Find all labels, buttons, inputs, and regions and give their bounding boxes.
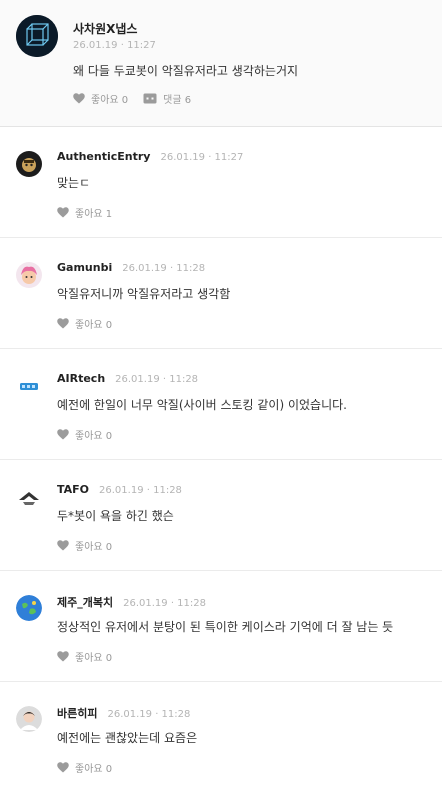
- heart-icon: [57, 207, 69, 218]
- comment-like-label: 좋아요 0: [75, 320, 113, 331]
- heart-icon: [57, 318, 69, 329]
- comment-timestamp: 26.01.19 · 11:28: [123, 598, 206, 609]
- heart-icon: [57, 429, 69, 440]
- heart-icon: [57, 540, 69, 551]
- comment-like-button[interactable]: 좋아요 1: [57, 205, 112, 220]
- post-timestamp: 26.01.19 · 11:27: [73, 40, 156, 51]
- post-author-name[interactable]: 사차원X냅스: [73, 20, 137, 37]
- comment-timestamp: 26.01.19 · 11:28: [115, 374, 199, 385]
- comment-text: 악질유저니까 악질유저라고 생각함: [57, 287, 231, 301]
- post-text: 왜 다들 두쿄봇이 악질유저라고 생각하는거지: [73, 64, 299, 78]
- comment-author[interactable]: TAFO: [57, 483, 89, 496]
- comment-header: Gamunbi 26.01.19 · 11:28: [57, 261, 205, 274]
- comment-like-button[interactable]: 좋아요 0: [57, 316, 112, 331]
- comment-icon: [143, 93, 157, 104]
- comment-author[interactable]: AuthenticEntry: [57, 150, 150, 163]
- comment-avatar[interactable]: [16, 484, 42, 510]
- comment-item: 바른히피 26.01.19 · 11:28 예전에는 괜찮았는데 요즘은 좋아요…: [0, 682, 442, 792]
- comment-avatar[interactable]: [16, 706, 42, 732]
- comment-item: 제주_개복치 26.01.19 · 11:28 정상적인 유저에서 분탕이 된 …: [0, 571, 442, 682]
- comment-author[interactable]: 바른히피: [57, 705, 97, 721]
- comment-item: Gamunbi 26.01.19 · 11:28 악질유저니까 악질유저라고 생…: [0, 238, 442, 349]
- comment-author[interactable]: AIRtech: [57, 372, 105, 385]
- comment-avatar[interactable]: [16, 262, 42, 288]
- comment-like-label: 좋아요 0: [75, 764, 113, 775]
- comment-text: 맞는ㄷ: [57, 176, 91, 190]
- post-author-avatar[interactable]: [16, 15, 58, 57]
- comment-timestamp: 26.01.19 · 11:28: [122, 263, 206, 274]
- post-comment-label: 댓글 6: [163, 95, 192, 106]
- comment-text: 예전에 한일이 너무 악질(사이버 스토킹 같이) 이었습니다.: [57, 398, 347, 412]
- comment-like-button[interactable]: 좋아요 0: [57, 427, 112, 442]
- heart-icon: [57, 651, 69, 662]
- comment-text: 두*봇이 욕을 하긴 했슨: [57, 509, 174, 523]
- comment-timestamp: 26.01.19 · 11:28: [107, 709, 191, 720]
- comment-author[interactable]: Gamunbi: [57, 261, 112, 274]
- comment-like-label: 좋아요 1: [75, 209, 113, 220]
- comment-avatar[interactable]: [16, 151, 42, 177]
- post: 사차원X냅스 26.01.19 · 11:27 왜 다들 두쿄봇이 악질유저라고…: [0, 0, 442, 127]
- comment-timestamp: 26.01.19 · 11:27: [160, 152, 244, 163]
- comment-header: 제주_개복치 26.01.19 · 11:28: [57, 594, 206, 610]
- post-comment-button[interactable]: 댓글 6: [143, 91, 191, 106]
- post-like-button[interactable]: 좋아요 0: [73, 91, 128, 106]
- comment-avatar[interactable]: [16, 595, 42, 621]
- comment-like-label: 좋아요 0: [75, 431, 113, 442]
- comment-header: TAFO 26.01.19 · 11:28: [57, 483, 182, 496]
- comment-like-label: 좋아요 0: [75, 653, 113, 664]
- comment-like-button[interactable]: 좋아요 0: [57, 538, 112, 553]
- post-actions: 좋아요 0 댓글 6: [73, 91, 191, 106]
- comment-text: 예전에는 괜찮았는데 요즘은: [57, 731, 198, 745]
- comment-header: AIRtech 26.01.19 · 11:28: [57, 372, 198, 385]
- comment-item: TAFO 26.01.19 · 11:28 두*봇이 욕을 하긴 했슨 좋아요 …: [0, 460, 442, 571]
- comment-like-button[interactable]: 좋아요 0: [57, 760, 112, 775]
- comment-item: AuthenticEntry 26.01.19 · 11:27 맞는ㄷ 좋아요 …: [0, 127, 442, 238]
- comment-like-label: 좋아요 0: [75, 542, 113, 553]
- heart-icon: [57, 762, 69, 773]
- comment-timestamp: 26.01.19 · 11:28: [99, 485, 182, 496]
- comment-item: AIRtech 26.01.19 · 11:28 예전에 한일이 너무 악질(사…: [0, 349, 442, 460]
- heart-icon: [73, 93, 85, 104]
- comment-header: 바른히피 26.01.19 · 11:28: [57, 705, 190, 721]
- comment-text: 정상적인 유저에서 분탕이 된 특이한 케이스라 기억에 더 잘 남는 듯: [57, 620, 394, 634]
- comment-like-button[interactable]: 좋아요 0: [57, 649, 112, 664]
- comment-header: AuthenticEntry 26.01.19 · 11:27: [57, 150, 243, 163]
- comment-avatar[interactable]: [16, 373, 42, 399]
- comment-author[interactable]: 제주_개복치: [57, 594, 113, 610]
- post-like-label: 좋아요 0: [91, 95, 129, 106]
